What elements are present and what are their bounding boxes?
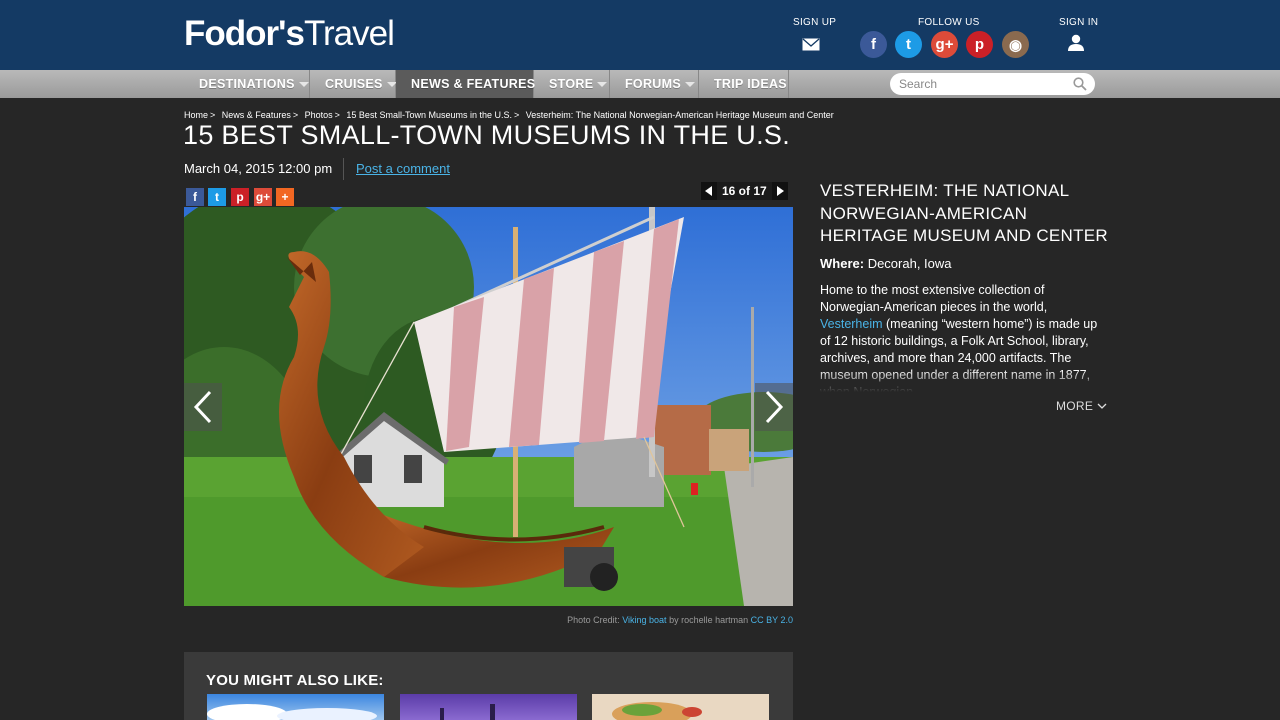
search-icon[interactable] bbox=[1073, 77, 1087, 91]
photo-next-button[interactable] bbox=[755, 383, 793, 431]
where-value: Decorah, Iowa bbox=[867, 256, 952, 271]
triangle-right-icon bbox=[776, 186, 784, 196]
nav-store[interactable]: STORE bbox=[534, 70, 610, 98]
chevron-left-icon bbox=[193, 390, 212, 424]
share-google-plus-icon[interactable]: g+ bbox=[254, 188, 272, 206]
nav-destinations[interactable]: DESTINATIONS bbox=[184, 70, 310, 98]
breadcrumb-gallery[interactable]: 15 Best Small-Town Museums in the U.S. bbox=[346, 110, 512, 120]
pinterest-icon[interactable]: p bbox=[966, 31, 993, 58]
twitter-icon[interactable]: t bbox=[895, 31, 922, 58]
nav-label: FORUMS bbox=[625, 77, 681, 91]
description-fade bbox=[820, 370, 1105, 392]
vesterheim-link[interactable]: Vesterheim bbox=[820, 317, 883, 331]
related-thumbnail[interactable] bbox=[400, 694, 577, 720]
site-header: Fodor'sTravel SIGN UP FOLLOW US f t g+ p… bbox=[0, 0, 1280, 70]
breadcrumb-news-features[interactable]: News & Features bbox=[222, 110, 291, 120]
slide-description: Home to the most extensive collection of… bbox=[820, 282, 1105, 392]
chevron-right-icon bbox=[765, 390, 784, 424]
triangle-left-icon bbox=[705, 186, 712, 196]
nav-label: TRIP IDEAS bbox=[714, 77, 787, 91]
more-button[interactable]: MORE bbox=[1056, 399, 1107, 413]
chevron-down-icon bbox=[597, 82, 608, 88]
signup-label[interactable]: SIGN UP bbox=[793, 17, 836, 28]
more-label: MORE bbox=[1056, 399, 1094, 413]
slide-photo bbox=[184, 207, 793, 606]
credit-license-link[interactable]: CC BY 2.0 bbox=[751, 615, 793, 625]
related-section: YOU MIGHT ALSO LIKE: bbox=[184, 652, 793, 720]
share-facebook-icon[interactable]: f bbox=[186, 188, 204, 206]
nav-forums[interactable]: FORUMS bbox=[610, 70, 699, 98]
slide-title: VESTERHEIM: THE NATIONAL NORWEGIAN-AMERI… bbox=[820, 181, 1109, 245]
user-icon[interactable] bbox=[1067, 34, 1085, 52]
nav-label: STORE bbox=[549, 77, 594, 91]
photo-prev-button[interactable] bbox=[184, 383, 222, 431]
logo-light-text: Travel bbox=[303, 14, 395, 53]
viking-boat-image bbox=[184, 207, 793, 606]
page-title: 15 BEST SMALL-TOWN MUSEUMS IN THE U.S. bbox=[183, 120, 791, 150]
search-input[interactable] bbox=[899, 76, 1069, 92]
mail-icon[interactable] bbox=[802, 38, 820, 51]
credit-prefix: Photo Credit: bbox=[567, 615, 620, 625]
facebook-icon[interactable]: f bbox=[860, 31, 887, 58]
signin-label[interactable]: SIGN IN bbox=[1059, 17, 1098, 28]
publish-date: March 04, 2015 12:00 pm bbox=[184, 161, 333, 176]
post-comment-link[interactable]: Post a comment bbox=[356, 161, 450, 176]
next-slide-button[interactable] bbox=[771, 182, 788, 200]
breadcrumb: Home > News & Features > Photos > 15 Best S… bbox=[184, 110, 834, 120]
instagram-icon[interactable]: ◉ bbox=[1002, 31, 1029, 58]
slide-location: Where: Decorah, Iowa bbox=[820, 256, 952, 271]
share-pinterest-icon[interactable]: p bbox=[231, 188, 249, 206]
main-nav: DESTINATIONS CRUISES NEWS & FEATURES STO… bbox=[0, 70, 1280, 98]
logo-bold-text: Fodor's bbox=[184, 14, 305, 53]
divider bbox=[343, 158, 344, 180]
nav-label: CRUISES bbox=[325, 77, 383, 91]
related-title: YOU MIGHT ALSO LIKE: bbox=[206, 672, 384, 689]
related-thumbnail[interactable] bbox=[592, 694, 769, 720]
nav-cruises[interactable]: CRUISES bbox=[310, 70, 397, 98]
nav-news-features[interactable]: NEWS & FEATURES bbox=[396, 70, 536, 98]
slide-counter-text: 16 of 17 bbox=[717, 182, 772, 200]
related-thumbnail[interactable] bbox=[207, 694, 384, 720]
google-plus-icon[interactable]: g+ bbox=[931, 31, 958, 58]
related-image bbox=[207, 704, 377, 720]
related-image bbox=[440, 704, 495, 720]
share-twitter-icon[interactable]: t bbox=[208, 188, 226, 206]
nav-label: DESTINATIONS bbox=[199, 77, 295, 91]
prev-slide-button[interactable] bbox=[701, 182, 717, 200]
related-image bbox=[612, 702, 702, 720]
chevron-down-icon bbox=[1097, 403, 1107, 410]
breadcrumb-current: Vesterheim: The National Norwegian-Ameri… bbox=[525, 110, 834, 120]
search-box bbox=[890, 73, 1095, 95]
share-more-icon[interactable]: + bbox=[276, 188, 294, 206]
site-logo[interactable]: Fodor'sTravel bbox=[184, 14, 395, 54]
where-label: Where: bbox=[820, 256, 865, 271]
desc-text: Home to the most extensive collection of… bbox=[820, 283, 1048, 314]
follow-us-label: FOLLOW US bbox=[918, 17, 980, 28]
chevron-down-icon bbox=[298, 82, 309, 88]
breadcrumb-photos[interactable]: Photos bbox=[305, 110, 333, 120]
credit-source-link[interactable]: Viking boat bbox=[622, 615, 666, 625]
photo-credit: Photo Credit: Viking boat by rochelle ha… bbox=[567, 615, 793, 625]
breadcrumb-home[interactable]: Home bbox=[184, 110, 208, 120]
credit-author: by rochelle hartman bbox=[669, 615, 749, 625]
chevron-down-icon bbox=[684, 82, 695, 88]
slide-counter: 16 of 17 bbox=[701, 182, 788, 200]
nav-trip-ideas[interactable]: TRIP IDEAS bbox=[699, 70, 789, 98]
nav-label: NEWS & FEATURES bbox=[411, 77, 536, 91]
